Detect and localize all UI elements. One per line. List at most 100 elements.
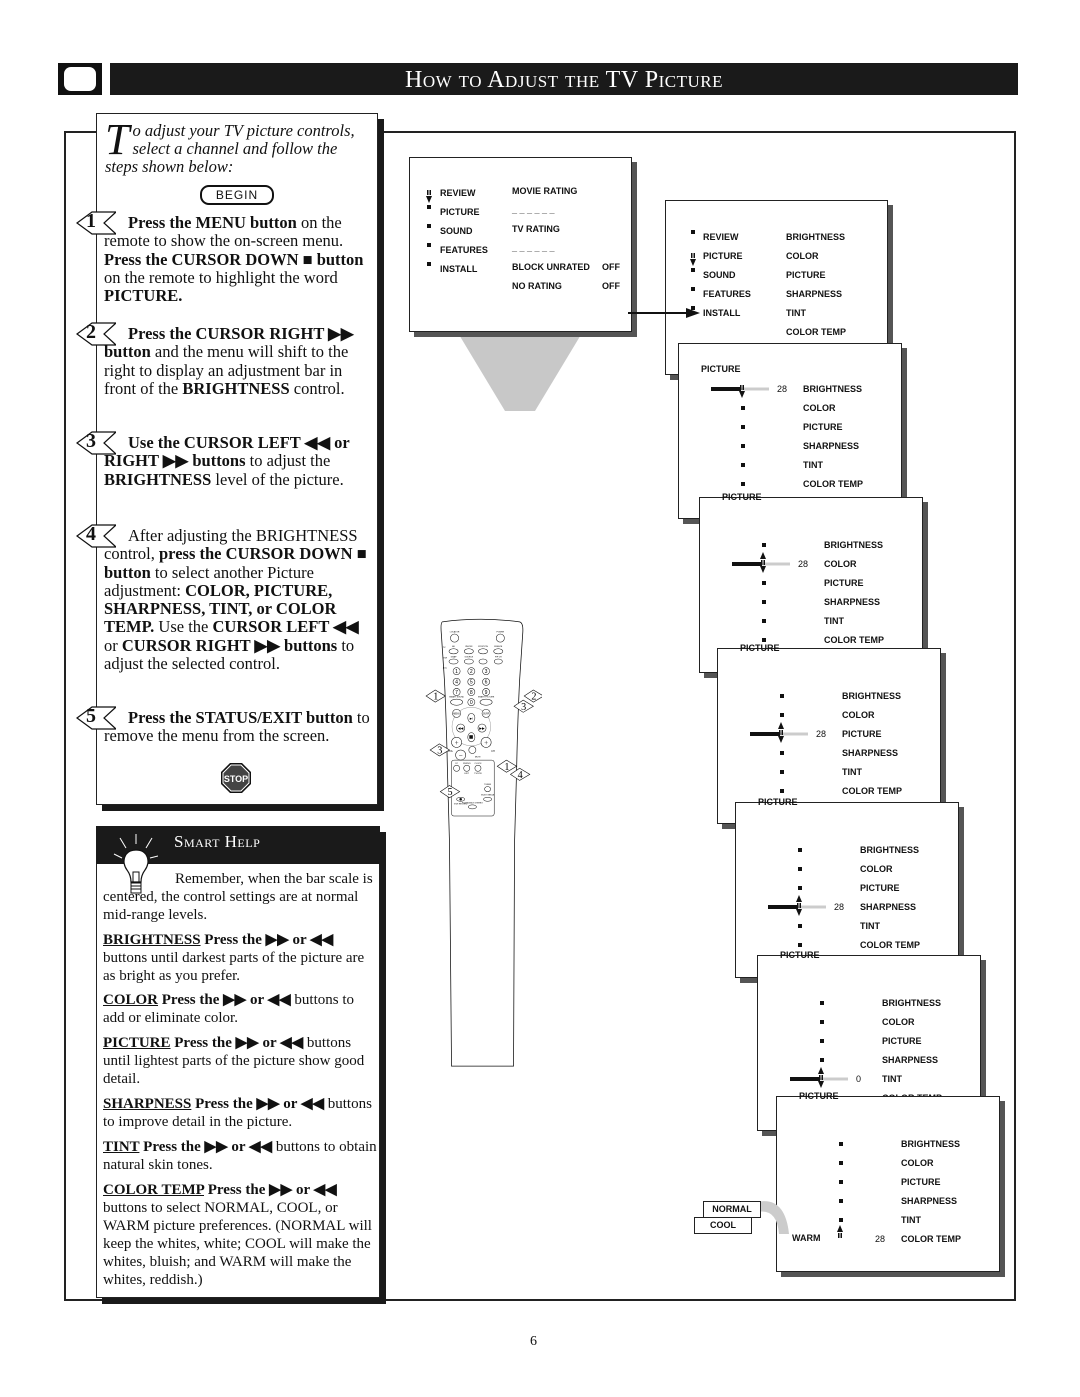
incredible-stereo-button[interactable] — [468, 804, 477, 810]
mute-button — [468, 746, 477, 754]
source-button[interactable] — [463, 658, 474, 665]
intro-body: o adjust your TV picture controls, selec… — [105, 121, 355, 176]
step-text: Press the MENU button on the remote to s… — [104, 213, 364, 306]
control-bullet — [762, 543, 766, 547]
control-bullet — [741, 444, 745, 448]
osd-picture-menu-6: PICTURE BRIGHTNESS COLOR PICTURE SHARPNESS TI… — [776, 1091, 1000, 1272]
cursor-icon — [837, 1225, 843, 1238]
control-value: 28 — [816, 729, 827, 739]
control-bullet — [762, 581, 766, 585]
menu-item-features: FEATURES — [440, 245, 488, 255]
menu-bullet — [691, 287, 695, 291]
onoff-button[interactable] — [463, 648, 474, 655]
cursor-icon — [760, 552, 766, 573]
review-value: MOVIE RATING — [512, 186, 578, 196]
freeze-button[interactable] — [493, 648, 504, 655]
tuner-ab-button[interactable] — [484, 786, 491, 792]
power-button[interactable] — [495, 633, 505, 643]
picture-control-color-temp: COLOR TEMP — [842, 786, 902, 796]
menu-item-review: REVIEW — [440, 188, 476, 198]
control-bullet — [741, 482, 745, 486]
help-desc: buttons to select NORMAL, COOL, or WARM … — [103, 1200, 372, 1288]
svg-text:4: 4 — [455, 680, 458, 686]
clock-button[interactable] — [474, 764, 482, 772]
menu-item-sound: SOUND — [703, 270, 736, 280]
picture-control-tint: TINT — [824, 616, 844, 626]
cc-button[interactable] — [453, 764, 460, 772]
option-cool: COOL — [694, 1217, 752, 1234]
control-value: 28 — [834, 902, 845, 912]
selection-arc — [757, 1201, 789, 1234]
control-bullet — [741, 406, 745, 410]
pip-dn-button[interactable] — [493, 658, 503, 665]
review-value: NO RATING — [512, 281, 562, 291]
pip-up-button[interactable] — [478, 658, 488, 665]
option-normal: NORMAL — [703, 1201, 761, 1218]
svg-text:0: 0 — [470, 700, 473, 706]
multi-media-button[interactable] — [483, 796, 492, 802]
control-bullet — [839, 1199, 843, 1203]
step-number-badge: 1 — [76, 211, 116, 235]
help-term: COLOR TEMP — [103, 1182, 204, 1198]
picture-submenu-item: BRIGHTNESS — [786, 232, 846, 242]
picture-control-sharpness: SHARPNESS — [901, 1196, 958, 1206]
position-button-label: POSITION — [478, 646, 488, 648]
step-number-badge: 4 — [76, 524, 116, 548]
picture-control-picture: PICTURE — [882, 1036, 922, 1046]
step-text: Use the CURSOR LEFT ◀◀ or RIGHT ▶▶ butto… — [104, 433, 350, 489]
picture-control-tint: TINT — [803, 460, 823, 470]
control-bullet — [839, 1161, 843, 1165]
step-number: 1 — [86, 210, 96, 232]
smart-help-intro-text: Remember, when the bar scale is centered… — [103, 871, 373, 923]
picture-control-color-temp: COLOR TEMP — [824, 635, 884, 645]
intro-text: To adjust your TV picture controls, sele… — [105, 118, 373, 176]
control-bullet — [798, 867, 802, 871]
picture-submenu-item: COLOR TEMP — [786, 327, 846, 337]
help-item-sharpness: SHARPNESS Press the ▶▶ or ◀◀ buttons to … — [103, 1095, 378, 1131]
pip-dn-button-label: PIP CH — [495, 656, 502, 658]
picture-control-color: COLOR — [824, 559, 857, 569]
svg-text:−: − — [459, 752, 463, 760]
help-lead: Press the ▶▶ or ◀◀ — [170, 1035, 304, 1051]
control-bullet — [820, 1001, 824, 1005]
smart-picture-button[interactable] — [479, 698, 493, 706]
help-item-picture: PICTURE Press the ▶▶ or ◀◀ buttons until… — [103, 1034, 378, 1088]
svg-text:1: 1 — [455, 669, 458, 675]
locator-button[interactable] — [450, 633, 459, 643]
picture-control-color-temp: COLOR TEMP — [901, 1234, 961, 1244]
review-state: OFF — [602, 262, 620, 272]
position-button[interactable] — [478, 648, 488, 655]
osd-review-menu: REVIEW PICTURE SOUND FEATURES INSTALL MOVIE R… — [409, 157, 632, 332]
cursor-icon — [818, 1067, 824, 1088]
step-number: 4 — [86, 523, 96, 545]
picture-control-picture: PICTURE — [901, 1177, 941, 1187]
help-term: COLOR — [103, 992, 159, 1008]
help-lead: Press the ▶▶ or ◀◀ — [204, 1182, 337, 1198]
svg-text:2: 2 — [470, 669, 473, 675]
menu-item-install: INSTALL — [440, 264, 478, 274]
swap-button[interactable] — [448, 658, 459, 665]
status-exit-button[interactable] — [463, 764, 471, 772]
picture-menu-heading: PICTURE — [799, 1091, 839, 1101]
control-bullet — [798, 848, 802, 852]
step-4: 4 After adjusting the BRIGHTNESS control,… — [76, 524, 376, 673]
svg-text:4: 4 — [518, 770, 523, 781]
control-bullet — [741, 425, 745, 429]
smart-sound-button[interactable] — [450, 698, 463, 706]
picture-control-sharpness: SHARPNESS — [803, 441, 860, 451]
svg-text:3: 3 — [521, 702, 526, 713]
help-item-color: COLOR Press the ▶▶ or ◀◀ buttons to add … — [103, 991, 378, 1027]
cursor-icon — [796, 895, 802, 916]
help-item-brightness: BRIGHTNESS Press the ▶▶ or ◀◀ buttons un… — [103, 931, 378, 985]
svg-text:SURF: SURF — [483, 713, 490, 715]
picture-control-color: COLOR — [860, 864, 893, 874]
control-bullet — [780, 770, 784, 774]
picture-menu-heading: PICTURE — [758, 797, 798, 807]
picture-submenu-item: COLOR — [786, 251, 819, 261]
help-lead: Press the ▶▶ or ◀◀ — [200, 932, 334, 948]
av-button[interactable] — [448, 648, 459, 655]
picture-control-brightness: BRIGHTNESS — [803, 384, 863, 394]
step-text: Press the CURSOR RIGHT ▶▶ button and the… — [104, 324, 354, 398]
svg-text:CH: CH — [491, 750, 495, 753]
svg-text:MUTE: MUTE — [475, 757, 481, 759]
